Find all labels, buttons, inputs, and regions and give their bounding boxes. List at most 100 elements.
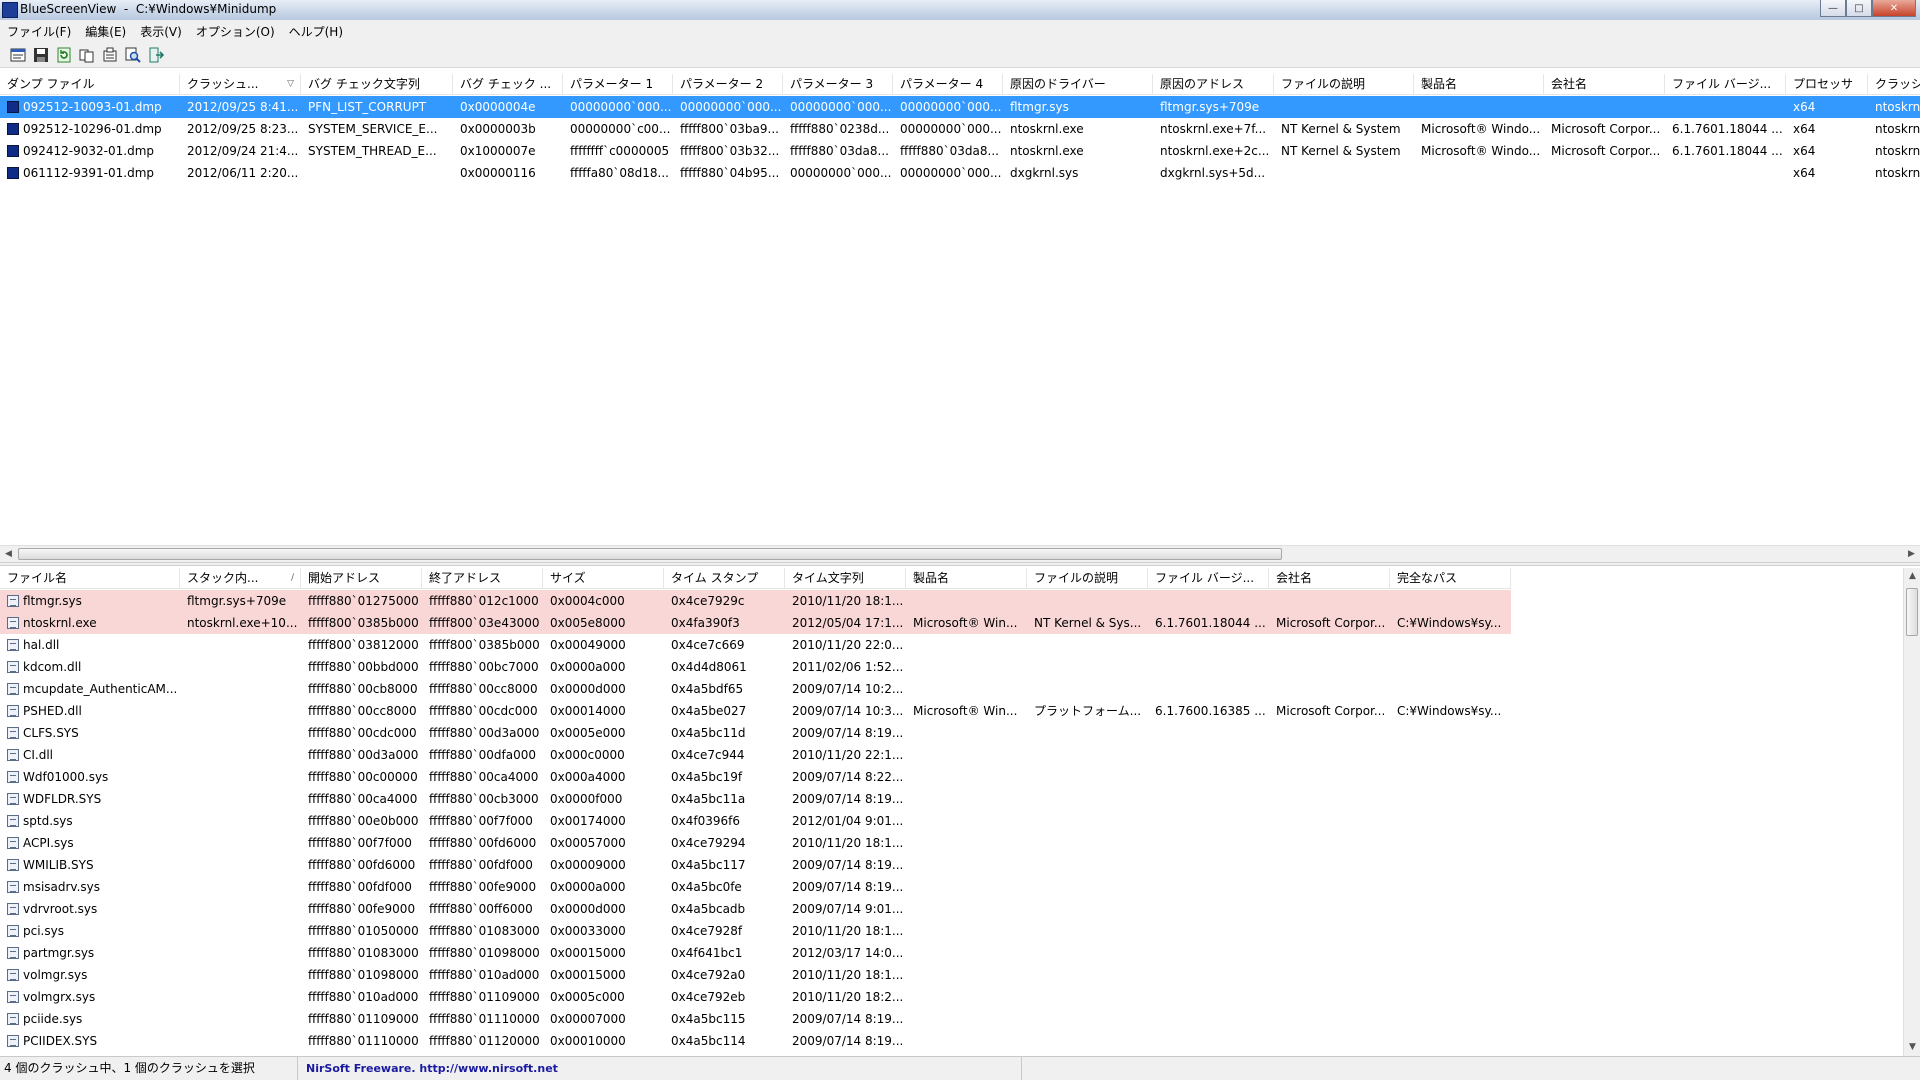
scroll-right-icon[interactable]: ▶ [1903, 546, 1920, 563]
driver-list-row[interactable]: msisadrv.sys fffff880`00fdf000 fffff880`00… [0, 876, 1511, 898]
crash-list-cell-text: 2012/09/24 21:4... [187, 144, 299, 158]
driver-list-row[interactable]: sptd.sys fffff880`00e0b000 fffff880`00f7f0… [0, 810, 1511, 832]
options-button[interactable] [100, 45, 120, 65]
crash-list-row[interactable]: 092512-10093-01.dmp 2012/09/25 8:41... PFN… [0, 96, 1920, 118]
driver-list-cell-text: fffff880`00d3a000 [308, 748, 419, 762]
crash-list-column-header[interactable]: 会社名 [1544, 74, 1665, 94]
driver-list-cell-text: 0x0000d000 [550, 902, 626, 916]
crash-list-cell: 00000000`000... [893, 96, 1003, 118]
menu-help[interactable]: ヘルプ(H) [282, 23, 350, 40]
crash-list-row[interactable]: 092412-9032-01.dmp 2012/09/24 21:4... SYST… [0, 140, 1920, 162]
scroll-left-icon[interactable]: ◀ [0, 546, 17, 563]
find-button[interactable] [123, 45, 143, 65]
driver-list-row[interactable]: kdcom.dll fffff880`00bbd000 fffff880`00bc7… [0, 656, 1511, 678]
crash-list-column-header[interactable]: ファイルの説明 [1274, 74, 1414, 94]
crash-list-column-header[interactable]: 原因のドライバー [1003, 74, 1153, 94]
driver-list-row[interactable]: fltmgr.sys fltmgr.sys+709e fffff880`012750… [0, 590, 1511, 612]
driver-list-column-header[interactable]: スタック内... / [180, 568, 301, 588]
driver-list-row[interactable]: pciide.sys fffff880`01109000 fffff880`0111… [0, 1008, 1511, 1030]
driver-list-cell [1269, 854, 1390, 876]
crash-list-column-header[interactable]: 原因のアドレス [1153, 74, 1274, 94]
crash-list-column-header[interactable]: パラメーター 4 [893, 74, 1003, 94]
driver-list-row[interactable]: WDFLDR.SYS fffff880`00ca4000 fffff880`00cb… [0, 788, 1511, 810]
driver-list-cell [1148, 832, 1269, 854]
driver-list-row[interactable]: CLFS.SYS fffff880`00cdc000 fffff880`00d3a0… [0, 722, 1511, 744]
driver-list-column-header[interactable]: ファイルの説明 [1027, 568, 1148, 588]
driver-list-row[interactable]: ntoskrnl.exe ntoskrnl.exe+10... fffff800`0… [0, 612, 1511, 634]
driver-list-column-header[interactable]: サイズ [543, 568, 664, 588]
crash-list-column-header[interactable]: バグ チェック ... [453, 74, 563, 94]
driver-list-column-header[interactable]: ファイル名 [0, 568, 180, 588]
driver-list-cell [1148, 634, 1269, 656]
driver-list-column-header[interactable]: 完全なパス [1390, 568, 1511, 588]
hscroll-thumb[interactable] [18, 548, 1282, 560]
crash-list-row[interactable]: 061112-9391-01.dmp 2012/06/11 2:20... 0x00… [0, 162, 1920, 184]
driver-list-row[interactable]: hal.dll fffff800`03812000 fffff800`0385b00… [0, 634, 1511, 656]
save-button[interactable] [31, 45, 51, 65]
status-credit-link[interactable]: NirSoft Freeware. http://www.nirsoft.net [302, 1057, 1022, 1080]
driver-list-cell: fffff880`00fe9000 [422, 876, 543, 898]
driver-list-row[interactable]: Wdf01000.sys fffff880`00c00000 fffff880`00… [0, 766, 1511, 788]
crash-list-hscrollbar[interactable]: ◀ ▶ [0, 545, 1920, 563]
crash-list-column-header[interactable]: クラッシュ... [1868, 74, 1920, 94]
driver-list-row[interactable]: pci.sys fffff880`01050000 fffff880`0108300… [0, 920, 1511, 942]
menu-options[interactable]: オプション(O) [189, 23, 282, 40]
crash-list-cell-text: SYSTEM_SERVICE_E... [308, 122, 438, 136]
menu-view[interactable]: 表示(V) [133, 23, 189, 40]
driver-list-column-title: ファイル バージ... [1155, 571, 1255, 585]
driver-list-cell [1390, 898, 1511, 920]
crash-list-column-header[interactable]: 製品名 [1414, 74, 1544, 94]
crash-list-cell-text: 0x0000004e [460, 100, 536, 114]
copy-button[interactable] [77, 45, 97, 65]
driver-list-column-header[interactable]: 終了アドレス [422, 568, 543, 588]
driver-list-cell-text: fffff880`012c1000 [429, 594, 539, 608]
driver-list-column-header[interactable]: タイム スタンプ [664, 568, 785, 588]
sort-indicator-icon: ▽ [287, 79, 294, 89]
driver-list-row[interactable]: PSHED.dll fffff880`00cc8000 fffff880`00cdc… [0, 700, 1511, 722]
driver-list-row[interactable]: mcupdate_AuthenticAM... fffff880`00cb8000… [0, 678, 1511, 700]
driver-list-row[interactable]: PCIIDEX.SYS fffff880`01110000 fffff880`011… [0, 1030, 1511, 1052]
scroll-up-icon[interactable]: ▲ [1904, 568, 1920, 585]
driver-list-vscrollbar[interactable]: ▲ ▼ [1903, 568, 1920, 1056]
crash-list-column-header[interactable]: クラッシュ... ▽ [180, 74, 301, 94]
maximize-button[interactable]: □ [1846, 0, 1872, 17]
crash-list-column-header[interactable]: ダンプ ファイル [0, 74, 180, 94]
driver-list-column-header[interactable]: ファイル バージ... [1148, 568, 1269, 588]
crash-list-column-header[interactable]: パラメーター 1 [563, 74, 673, 94]
minimize-button[interactable]: — [1820, 0, 1846, 17]
driver-list-row[interactable]: volmgrx.sys fffff880`010ad000 fffff880`011… [0, 986, 1511, 1008]
driver-list-column-header[interactable]: 製品名 [906, 568, 1027, 588]
driver-list-row[interactable]: CI.dll fffff880`00d3a000 fffff880`00dfa000… [0, 744, 1511, 766]
driver-list-cell-text: 0x4a5be027 [671, 704, 747, 718]
driver-list-row[interactable]: WMILIB.SYS fffff880`00fd6000 fffff880`00fd… [0, 854, 1511, 876]
crash-list-cell-text: dxgkrnl.sys [1010, 166, 1079, 180]
driver-list-row[interactable]: volmgr.sys fffff880`01098000 fffff880`010a… [0, 964, 1511, 986]
driver-list-row[interactable]: partmgr.sys fffff880`01083000 fffff880`010… [0, 942, 1511, 964]
crash-list-row[interactable]: 092512-10296-01.dmp 2012/09/25 8:23... SYS… [0, 118, 1920, 140]
driver-list-column-header[interactable]: 会社名 [1269, 568, 1390, 588]
close-button[interactable]: ✕ [1872, 0, 1916, 17]
driver-list-cell [1269, 788, 1390, 810]
scroll-down-icon[interactable]: ▼ [1904, 1039, 1920, 1056]
driver-list-row[interactable]: vdrvroot.sys fffff880`00fe9000 fffff880`00… [0, 898, 1511, 920]
crash-list-column-header[interactable]: プロセッサ [1786, 74, 1868, 94]
driver-list-column-header[interactable]: タイム文字列 [785, 568, 906, 588]
menu-file[interactable]: ファイル(F) [0, 23, 78, 40]
menu-edit[interactable]: 編集(E) [78, 23, 133, 40]
crash-list-column-header[interactable]: バグ チェック文字列 [301, 74, 453, 94]
crash-list-column-header[interactable]: パラメーター 3 [783, 74, 893, 94]
exit-button[interactable] [146, 45, 166, 65]
vscroll-thumb[interactable] [1906, 588, 1918, 636]
driver-list-column-header[interactable]: 開始アドレス [301, 568, 422, 588]
refresh-button[interactable] [54, 45, 74, 65]
pane-splitter[interactable] [0, 562, 1920, 566]
driver-list-cell: 0x00174000 [543, 810, 664, 832]
crash-list-column-header[interactable]: パラメーター 2 [673, 74, 783, 94]
driver-list-row[interactable]: ACPI.sys fffff880`00f7f000 fffff880`00fd60… [0, 832, 1511, 854]
crash-list-column-header[interactable]: ファイル バージ... [1665, 74, 1786, 94]
properties-button[interactable] [8, 45, 28, 65]
driver-list-cell: 2010/11/20 18:1... [785, 920, 906, 942]
crash-list-cell-text: 061112-9391-01.dmp [23, 166, 155, 180]
crash-list-cell-text: ntoskrnl... [1875, 122, 1920, 136]
driver-list-cell-text: Microsoft Corpor... [1276, 616, 1386, 630]
